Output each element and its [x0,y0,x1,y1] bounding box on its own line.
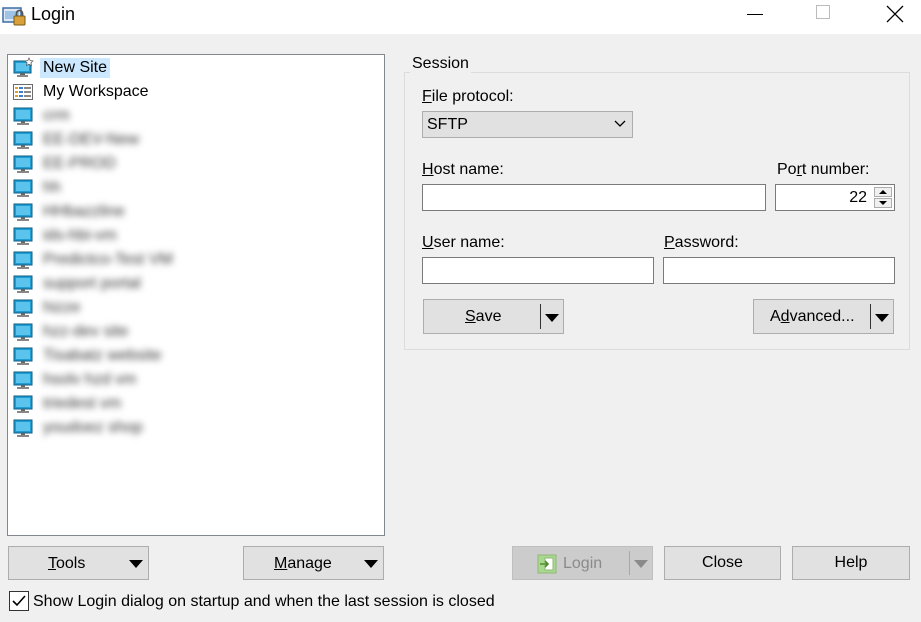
tree-item-label: EE-PROD [43,155,116,172]
monitor-icon [13,347,33,365]
title-bar: Login [0,0,921,34]
startup-checkbox-label: Show Login dialog on startup and when th… [33,593,495,610]
tree-item-site[interactable]: support portal [12,273,144,295]
monitor-icon [13,155,33,173]
password-input[interactable] [663,257,895,284]
login-button-label: Login [563,555,603,572]
tree-item-label: triedest vm [43,395,122,412]
tree-item-label: Predictco-Test VM [43,251,173,268]
monitor-icon [13,323,33,341]
minimize-icon[interactable] [731,0,777,30]
dropdown-arrow-icon[interactable] [875,314,889,322]
file-protocol-value: SFTP [427,116,468,133]
tree-item-site[interactable]: hsolv hzd vm [12,369,139,391]
tree-item-site[interactable]: Tisabatz website [12,345,165,367]
help-button[interactable]: Help [792,546,910,580]
close-button[interactable]: Close [664,546,781,580]
user-name-label: User name: [422,234,505,251]
monitor-icon [13,179,33,197]
tree-item-site[interactable]: Predictco-Test VM [12,249,176,271]
monitor-icon [13,251,33,269]
tree-item-site[interactable]: crm [12,105,73,127]
tree-item-label: EE-DEV-New [43,131,140,148]
tree-item-label: hh [43,179,61,196]
login-button[interactable]: Login [512,546,653,580]
tree-item-site[interactable]: EE-PROD [12,153,119,175]
password-label: Password: [664,234,739,251]
tree-item-site[interactable]: hh [12,177,64,199]
winscp-login-icon [2,7,26,26]
advanced-button[interactable]: Advanced... [753,299,894,334]
host-name-label: Host name: [422,161,504,178]
monitor-icon [13,371,33,389]
tree-item-label: hsolv hzd vm [43,371,137,388]
spin-up-icon[interactable] [874,187,892,197]
monitor-icon [13,275,33,293]
monitor-icon [13,419,33,437]
monitor-icon [13,107,33,125]
dropdown-arrow-icon [129,560,143,568]
site-tree[interactable]: New Site My Workspace crm EE-DEV-New EE-PR… [7,54,385,536]
tree-item-label: ids-hbi-vm [43,227,117,244]
monitor-icon [13,131,33,149]
user-name-input[interactable] [422,257,654,284]
spin-down-icon[interactable] [874,198,892,208]
tree-item-site[interactable]: triedest vm [12,393,124,415]
maximize-icon[interactable] [800,0,846,30]
tree-item-site[interactable]: ids-hbi-vm [12,225,120,247]
tree-item-site[interactable]: EE-DEV-New [12,129,142,151]
window-title: Login [31,4,76,24]
tools-button-label: Tools [48,555,86,572]
port-number-value: 22 [849,189,867,206]
session-legend: Session [410,55,471,73]
file-protocol-select[interactable]: SFTP [422,111,633,138]
tree-item-site[interactable]: hzz-dev site [12,321,131,343]
tree-item-label: hzz-dev site [43,323,129,340]
checkmark-icon [12,595,26,607]
manage-button-label: Manage [274,555,332,572]
port-number-input[interactable]: 22 [775,184,895,211]
tree-item-site[interactable]: youdoez shop [12,417,146,439]
tree-item-label: support portal [43,275,141,292]
monitor-icon [13,395,33,413]
port-number-label: Port number: [777,161,870,178]
tree-item-label: Tisabatz website [43,347,162,364]
tree-item-my-workspace[interactable]: My Workspace [12,81,152,103]
monitor-icon [13,299,33,317]
file-protocol-label: File protocol: [422,88,514,105]
tools-button[interactable]: Tools [8,546,149,580]
dropdown-arrow-icon [364,560,378,568]
dropdown-arrow-icon [634,560,648,568]
tree-item-label: crm [43,107,70,124]
dropdown-arrow-icon[interactable] [545,314,559,322]
chevron-down-icon [614,120,626,127]
help-button-label: Help [834,554,868,571]
tree-item-label: hizze [43,299,81,316]
tree-item-label: youdoez shop [43,419,143,436]
tree-item-new-site[interactable]: New Site [12,57,111,79]
tree-item-label: New Site [40,58,111,78]
monitor-icon [13,203,33,221]
tree-item-site[interactable]: hizze [12,297,83,319]
save-button-label: Save [465,308,502,325]
host-name-input[interactable] [422,184,766,211]
close-button-label: Close [702,554,743,571]
new-site-icon [13,57,34,77]
monitor-icon [13,227,33,245]
save-button[interactable]: Save [423,299,564,334]
tree-item-label: HHbazzline [43,203,125,220]
tree-item-label: My Workspace [43,83,149,100]
manage-button[interactable]: Manage [243,546,384,580]
startup-checkbox[interactable] [9,591,29,611]
login-icon [537,554,557,574]
tree-item-site[interactable]: HHbazzline [12,201,128,223]
close-icon[interactable] [872,0,918,30]
workspace-icon [13,84,33,100]
advanced-button-label: Advanced... [770,308,855,325]
